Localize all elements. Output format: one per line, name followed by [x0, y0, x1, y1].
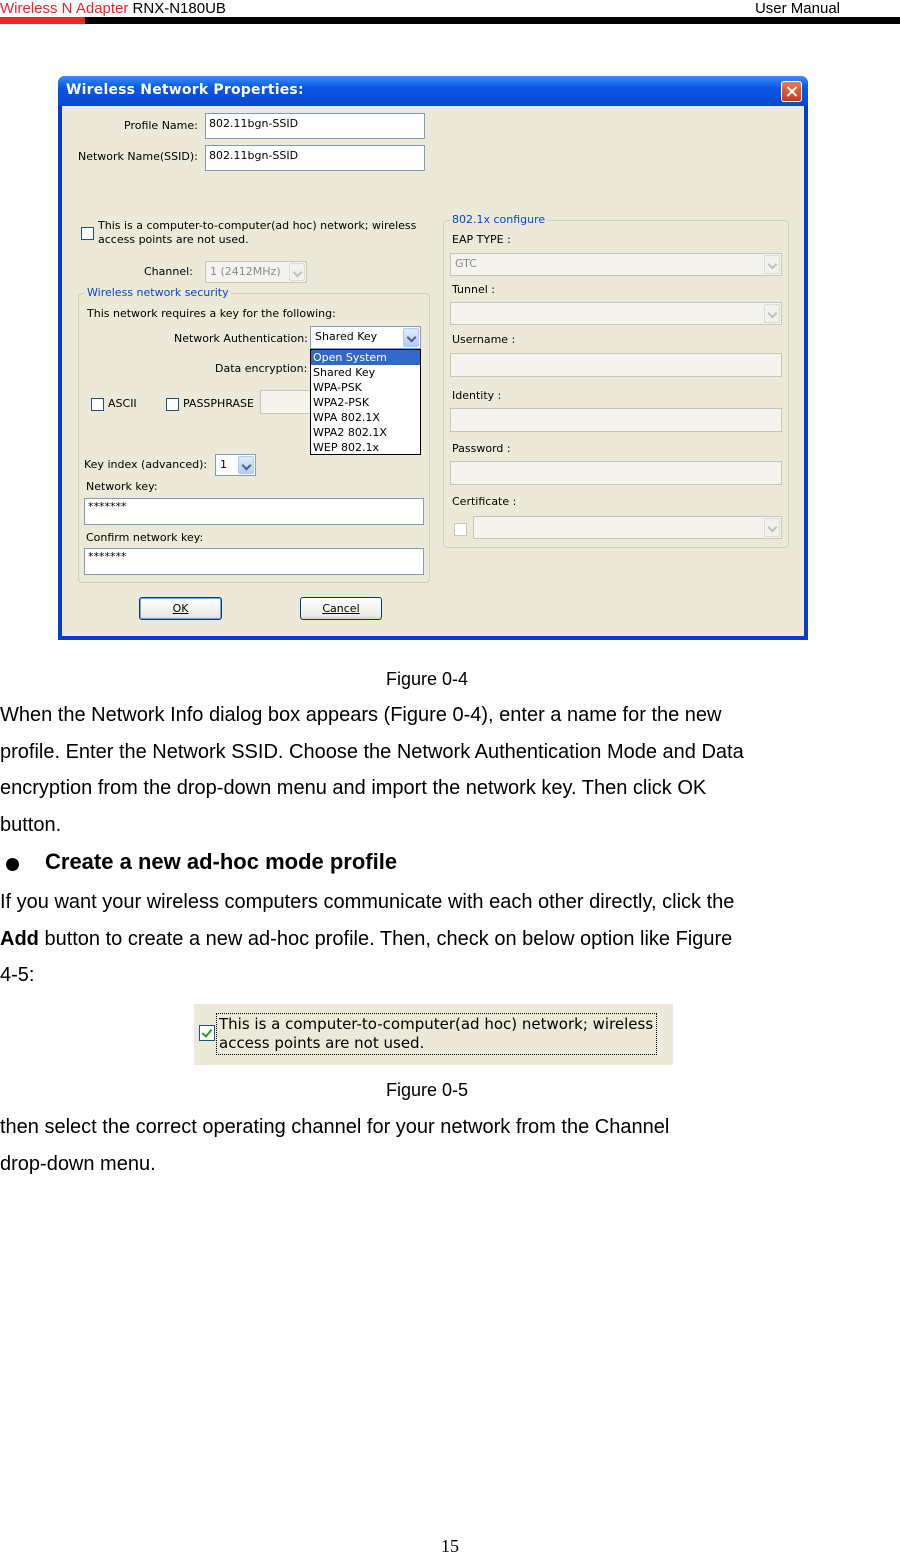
eap-type-value: GTC	[455, 257, 477, 270]
adhoc-option-label: This is a computer-to-computer(ad hoc) n…	[219, 1015, 653, 1053]
channel-label: Channel:	[144, 265, 193, 278]
ok-button[interactable]: OK	[139, 597, 222, 620]
auth-option[interactable]: Open System	[311, 350, 420, 365]
adhoc-label-line1: This is a computer-to-computer(ad hoc) n…	[98, 219, 417, 232]
bullet-icon	[6, 858, 19, 871]
chevron-down-icon	[764, 255, 780, 274]
identity-label: Identity :	[452, 389, 502, 402]
identity-input[interactable]	[450, 408, 782, 432]
close-icon[interactable]	[781, 81, 802, 102]
chevron-down-icon	[403, 328, 419, 347]
passphrase-label: PASSPHRASE	[183, 397, 254, 410]
dialog-title: Wireless Network Properties:	[66, 82, 304, 98]
network-auth-select[interactable]: Shared Key	[310, 326, 421, 349]
profile-name-label: Profile Name:	[124, 119, 198, 132]
auth-option[interactable]: WEP 802.1x	[311, 440, 420, 455]
chevron-down-icon	[764, 518, 780, 537]
network-auth-options: Open System Shared Key WPA-PSK WPA2-PSK …	[310, 349, 421, 455]
header-left: Wireless N Adapter RNX-N180UB	[0, 0, 226, 17]
auth-option[interactable]: WPA2 802.1X	[311, 425, 420, 440]
chevron-down-icon	[289, 263, 305, 281]
auth-option[interactable]: WPA2-PSK	[311, 395, 420, 410]
confirm-key-label: Confirm network key:	[86, 531, 204, 544]
checked-checkbox-icon[interactable]	[199, 1025, 215, 1041]
confirm-key-input[interactable]: *******	[84, 548, 424, 575]
paragraph-line: When the Network Info dialog box appears…	[0, 704, 722, 726]
eap-type-label: EAP TYPE :	[452, 233, 511, 246]
header-rule	[0, 17, 900, 24]
section-heading: Create a new ad-hoc mode profile	[45, 849, 398, 874]
paragraph-line: profile. Enter the Network SSID. Choose …	[0, 740, 744, 763]
figure-4-caption: Figure 0-4	[386, 669, 469, 689]
paragraph-line: then select the correct operating channe…	[0, 1116, 670, 1138]
network-auth-value: Shared Key	[315, 330, 378, 343]
auth-option[interactable]: Shared Key	[311, 365, 420, 380]
adhoc-option-line2: access points are not used.	[219, 1034, 425, 1052]
key-index-select[interactable]: 1	[215, 454, 256, 476]
adhoc-option-line1: This is a computer-to-computer(ad hoc) n…	[219, 1015, 654, 1033]
paragraph-network-info: When the Network Info dialog box appears…	[0, 697, 880, 843]
header-doc-title: User Manual	[754, 0, 840, 17]
key-index-label: Key index (advanced):	[84, 458, 208, 471]
password-input[interactable]	[450, 461, 782, 485]
dialog-body: Profile Name: 802.11bgn-SSID Network Nam…	[62, 106, 804, 636]
adhoc-label: This is a computer-to-computer(ad hoc) n…	[98, 219, 416, 247]
paragraph-line: Add button to create a new ad-hoc profil…	[0, 921, 880, 958]
tunnel-select[interactable]	[450, 302, 782, 325]
certificate-select[interactable]	[473, 516, 782, 539]
network-auth-label: Network Authentication:	[174, 332, 308, 345]
key-index-value: 1	[220, 458, 227, 471]
ascii-label: ASCII	[108, 397, 137, 410]
chevron-down-icon	[764, 304, 780, 323]
data-encryption-label: Data encryption:	[215, 362, 308, 375]
paragraph-line-rest: button to create a new ad-hoc profile. T…	[38, 927, 733, 950]
network-key-input[interactable]: *******	[84, 498, 424, 525]
network-key-label: Network key:	[86, 480, 158, 493]
ssid-label: Network Name(SSID):	[78, 150, 198, 163]
passphrase-checkbox[interactable]	[166, 398, 179, 411]
dialog-title-bar: Wireless Network Properties:	[58, 76, 808, 106]
username-input[interactable]	[450, 353, 782, 377]
paragraph-line: 4-5:	[0, 964, 35, 986]
paragraph-line: button.	[0, 813, 62, 836]
ssid-input[interactable]: 802.11bgn-SSID	[205, 145, 425, 171]
auth-option[interactable]: WPA-PSK	[311, 380, 420, 395]
wireless-security-title: Wireless network security	[85, 286, 231, 299]
requires-key-text: This network requires a key for the foll…	[87, 307, 336, 320]
eap-type-select[interactable]: GTC	[450, 253, 782, 276]
certificate-checkbox[interactable]	[454, 523, 467, 536]
add-bold-text: Add	[0, 927, 39, 950]
x8021-title: 802.1x configure	[450, 213, 548, 226]
figure-5-caption: Figure 0-5	[386, 1080, 469, 1100]
wireless-network-properties-dialog: Wireless Network Properties: Profile Nam…	[58, 76, 808, 640]
profile-name-input[interactable]: 802.11bgn-SSID	[205, 113, 425, 139]
certificate-label: Certificate :	[452, 495, 517, 508]
header-rule-accent	[0, 17, 85, 24]
channel-value: 1 (2412MHz)	[210, 265, 281, 278]
paragraph-line: encryption from the drop-down menu and i…	[0, 777, 707, 799]
paragraph-channel: then select the correct operating channe…	[0, 1109, 880, 1182]
channel-select[interactable]: 1 (2412MHz)	[205, 261, 307, 283]
adhoc-checkbox[interactable]	[81, 227, 94, 240]
chevron-down-icon	[238, 456, 254, 474]
adhoc-option-figure: This is a computer-to-computer(ad hoc) n…	[194, 1004, 673, 1065]
page-header: Wireless N Adapter RNX-N180UB User Manua…	[0, 0, 900, 26]
ascii-checkbox[interactable]	[91, 398, 104, 411]
paragraph-line: drop-down menu.	[0, 1152, 156, 1175]
auth-option[interactable]: WPA 802.1X	[311, 410, 420, 425]
header-model: RNX-N180UB	[128, 0, 226, 17]
paragraph-line: If you want your wireless computers comm…	[0, 891, 735, 913]
passphrase-input[interactable]	[260, 390, 314, 414]
tunnel-label: Tunnel :	[452, 283, 495, 296]
username-label: Username :	[452, 333, 516, 346]
header-brand: Wireless N Adapter	[0, 0, 129, 17]
paragraph-adhoc: If you want your wireless computers comm…	[0, 884, 880, 994]
adhoc-label-line2: access points are not used.	[98, 233, 249, 246]
cancel-button[interactable]: Cancel	[300, 597, 382, 620]
password-label: Password :	[452, 442, 511, 455]
